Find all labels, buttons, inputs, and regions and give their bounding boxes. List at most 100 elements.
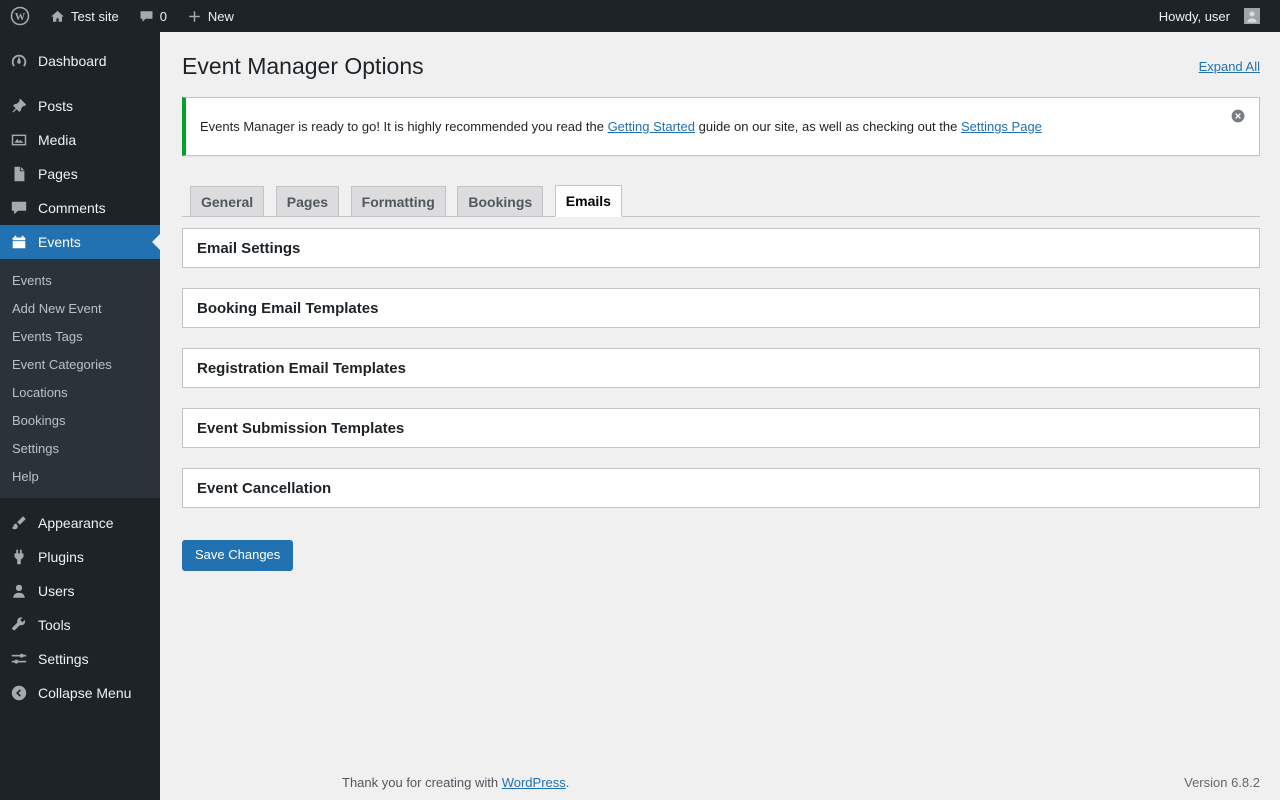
footer-thanks: Thank you for creating with WordPress. [342, 775, 569, 790]
page-wrap: Event Manager Options Expand All Events … [160, 52, 1280, 571]
sidebar-item-appearance[interactable]: Appearance [0, 506, 160, 540]
events-submenu-item[interactable]: Events [0, 266, 160, 294]
sidebar-item-label: Collapse Menu [38, 685, 132, 701]
events-submenu-item[interactable]: Add New Event [0, 294, 160, 322]
sidebar-item-users[interactable]: Users [0, 574, 160, 608]
events-submenu-item[interactable]: Events Tags [0, 322, 160, 350]
expand-all-link[interactable]: Expand All [1199, 59, 1260, 74]
wrench-icon [9, 615, 29, 635]
sidebar-item-dashboard[interactable]: Dashboard [0, 44, 160, 78]
user-icon [9, 581, 29, 601]
version-text: Version 6.8.2 [1184, 775, 1260, 790]
panel-title: Event Submission Templates [197, 419, 405, 437]
settings-page-link[interactable]: Settings Page [961, 119, 1042, 134]
page-footer: Thank you for creating with WordPress. V… [342, 775, 1260, 790]
tab-general[interactable]: General [190, 186, 265, 217]
sidebar-item-media[interactable]: Media [0, 123, 160, 157]
new-label: New [207, 8, 234, 24]
sidebar-item-label: Events [38, 234, 81, 250]
sidebar-item-events[interactable]: Events [0, 225, 160, 259]
wordpress-link[interactable]: WordPress [502, 775, 566, 790]
accordion-panel[interactable]: Registration Email Templates [182, 348, 1260, 389]
footer-period: . [565, 775, 570, 790]
tab-formatting[interactable]: Formatting [350, 186, 446, 217]
brush-icon [9, 513, 29, 533]
dismiss-notice-button[interactable] [1230, 108, 1246, 124]
sidebar-item-tools[interactable]: Tools [0, 608, 160, 642]
title-row: Event Manager Options Expand All [182, 52, 1260, 82]
home-icon [50, 9, 65, 24]
sidebar-item-collapse-menu[interactable]: Collapse Menu [0, 676, 160, 710]
accordion-panel[interactable]: Booking Email Templates [182, 288, 1260, 329]
site-name: Test site [71, 8, 119, 24]
collapse-arrow-icon [9, 683, 29, 703]
panel-title: Event Cancellation [197, 479, 332, 497]
menu-separator [0, 78, 160, 89]
sidebar-item-pages[interactable]: Pages [0, 157, 160, 191]
svg-text:W: W [15, 12, 26, 23]
dashboard-icon [9, 51, 29, 71]
plug-icon [9, 547, 29, 567]
sidebar-item-comments[interactable]: Comments [0, 191, 160, 225]
menu-separator [0, 498, 160, 506]
sidebar-item-label: Dashboard [38, 53, 107, 69]
media-icon [9, 130, 29, 150]
accordion-panel[interactable]: Email Settings [182, 228, 1260, 269]
events-submenu: Events Add New Event Events Tags Event C… [0, 259, 160, 498]
plus-icon [187, 9, 202, 24]
main-content: Event Manager Options Expand All Events … [160, 0, 1280, 800]
account-menu[interactable]: Howdy, user [1143, 0, 1280, 32]
sidebar-item-label: Plugins [38, 549, 84, 565]
settings-tabs: General Pages Formatting Bookings Emails [182, 185, 1260, 218]
comments-menu[interactable]: 0 [129, 0, 177, 32]
panel-title: Email Settings [197, 239, 301, 257]
admin-notice: Events Manager is ready to go! It is hig… [182, 96, 1260, 157]
sidebar-item-settings[interactable]: Settings [0, 642, 160, 676]
sidebar-item-plugins[interactable]: Plugins [0, 540, 160, 574]
notice-text-start: Events Manager is ready to go! It is hig… [200, 118, 608, 134]
sidebar-item-label: Pages [38, 166, 78, 182]
tab-bookings[interactable]: Bookings [457, 186, 544, 217]
page-title: Event Manager Options [182, 53, 424, 79]
new-content-menu[interactable]: New [177, 0, 244, 32]
admin-bar-left: W Test site 0 New [0, 0, 244, 32]
events-submenu-item[interactable]: Settings [0, 434, 160, 462]
events-submenu-item[interactable]: Locations [0, 378, 160, 406]
notice-text-middle: guide on our site, as well as checking o… [695, 118, 961, 134]
sidebar-item-label: Users [38, 583, 75, 599]
sidebar-item-label: Appearance [38, 515, 114, 531]
tab-pages[interactable]: Pages [275, 186, 340, 217]
settings-panels: Email Settings Booking Email Templates R… [182, 228, 1260, 509]
panel-title: Registration Email Templates [197, 359, 406, 377]
admin-bar-right: Howdy, user [1143, 0, 1280, 32]
sidebar-item-posts[interactable]: Posts [0, 89, 160, 123]
events-submenu-item[interactable]: Event Categories [0, 350, 160, 378]
save-changes-button[interactable]: Save Changes [182, 540, 294, 571]
events-submenu-item[interactable]: Bookings [0, 406, 160, 434]
getting-started-link[interactable]: Getting Started [608, 119, 695, 134]
wordpress-logo-menu[interactable]: W [0, 0, 40, 32]
accordion-panel[interactable]: Event Cancellation [182, 468, 1260, 509]
pushpin-icon [9, 96, 29, 116]
comment-bubble-icon [139, 9, 154, 24]
sidebar-item-label: Tools [38, 617, 71, 633]
wordpress-logo-icon: W [10, 6, 30, 26]
tab-emails[interactable]: Emails [554, 185, 622, 218]
comments-icon [9, 198, 29, 218]
sidebar-item-label: Posts [38, 98, 74, 114]
sidebar-item-label: Settings [38, 651, 89, 667]
events-submenu-item[interactable]: Help [0, 462, 160, 490]
panel-title: Booking Email Templates [197, 299, 379, 317]
comments-count: 0 [159, 8, 167, 24]
calendar-icon [9, 232, 29, 252]
avatar [1244, 8, 1260, 24]
sidebar-item-label: Comments [38, 200, 106, 216]
sidebar-item-label: Media [38, 132, 77, 148]
accordion-panel[interactable]: Event Submission Templates [182, 408, 1260, 449]
howdy-text: Howdy, user [1158, 8, 1230, 24]
document-icon [9, 164, 29, 184]
admin-sidebar: Dashboard Posts Media Pages Comments Eve… [0, 32, 160, 800]
site-menu[interactable]: Test site [40, 0, 129, 32]
admin-bar: W Test site 0 New Howdy, user [0, 0, 1280, 32]
footer-thanks-text: Thank you for creating with [342, 775, 502, 790]
